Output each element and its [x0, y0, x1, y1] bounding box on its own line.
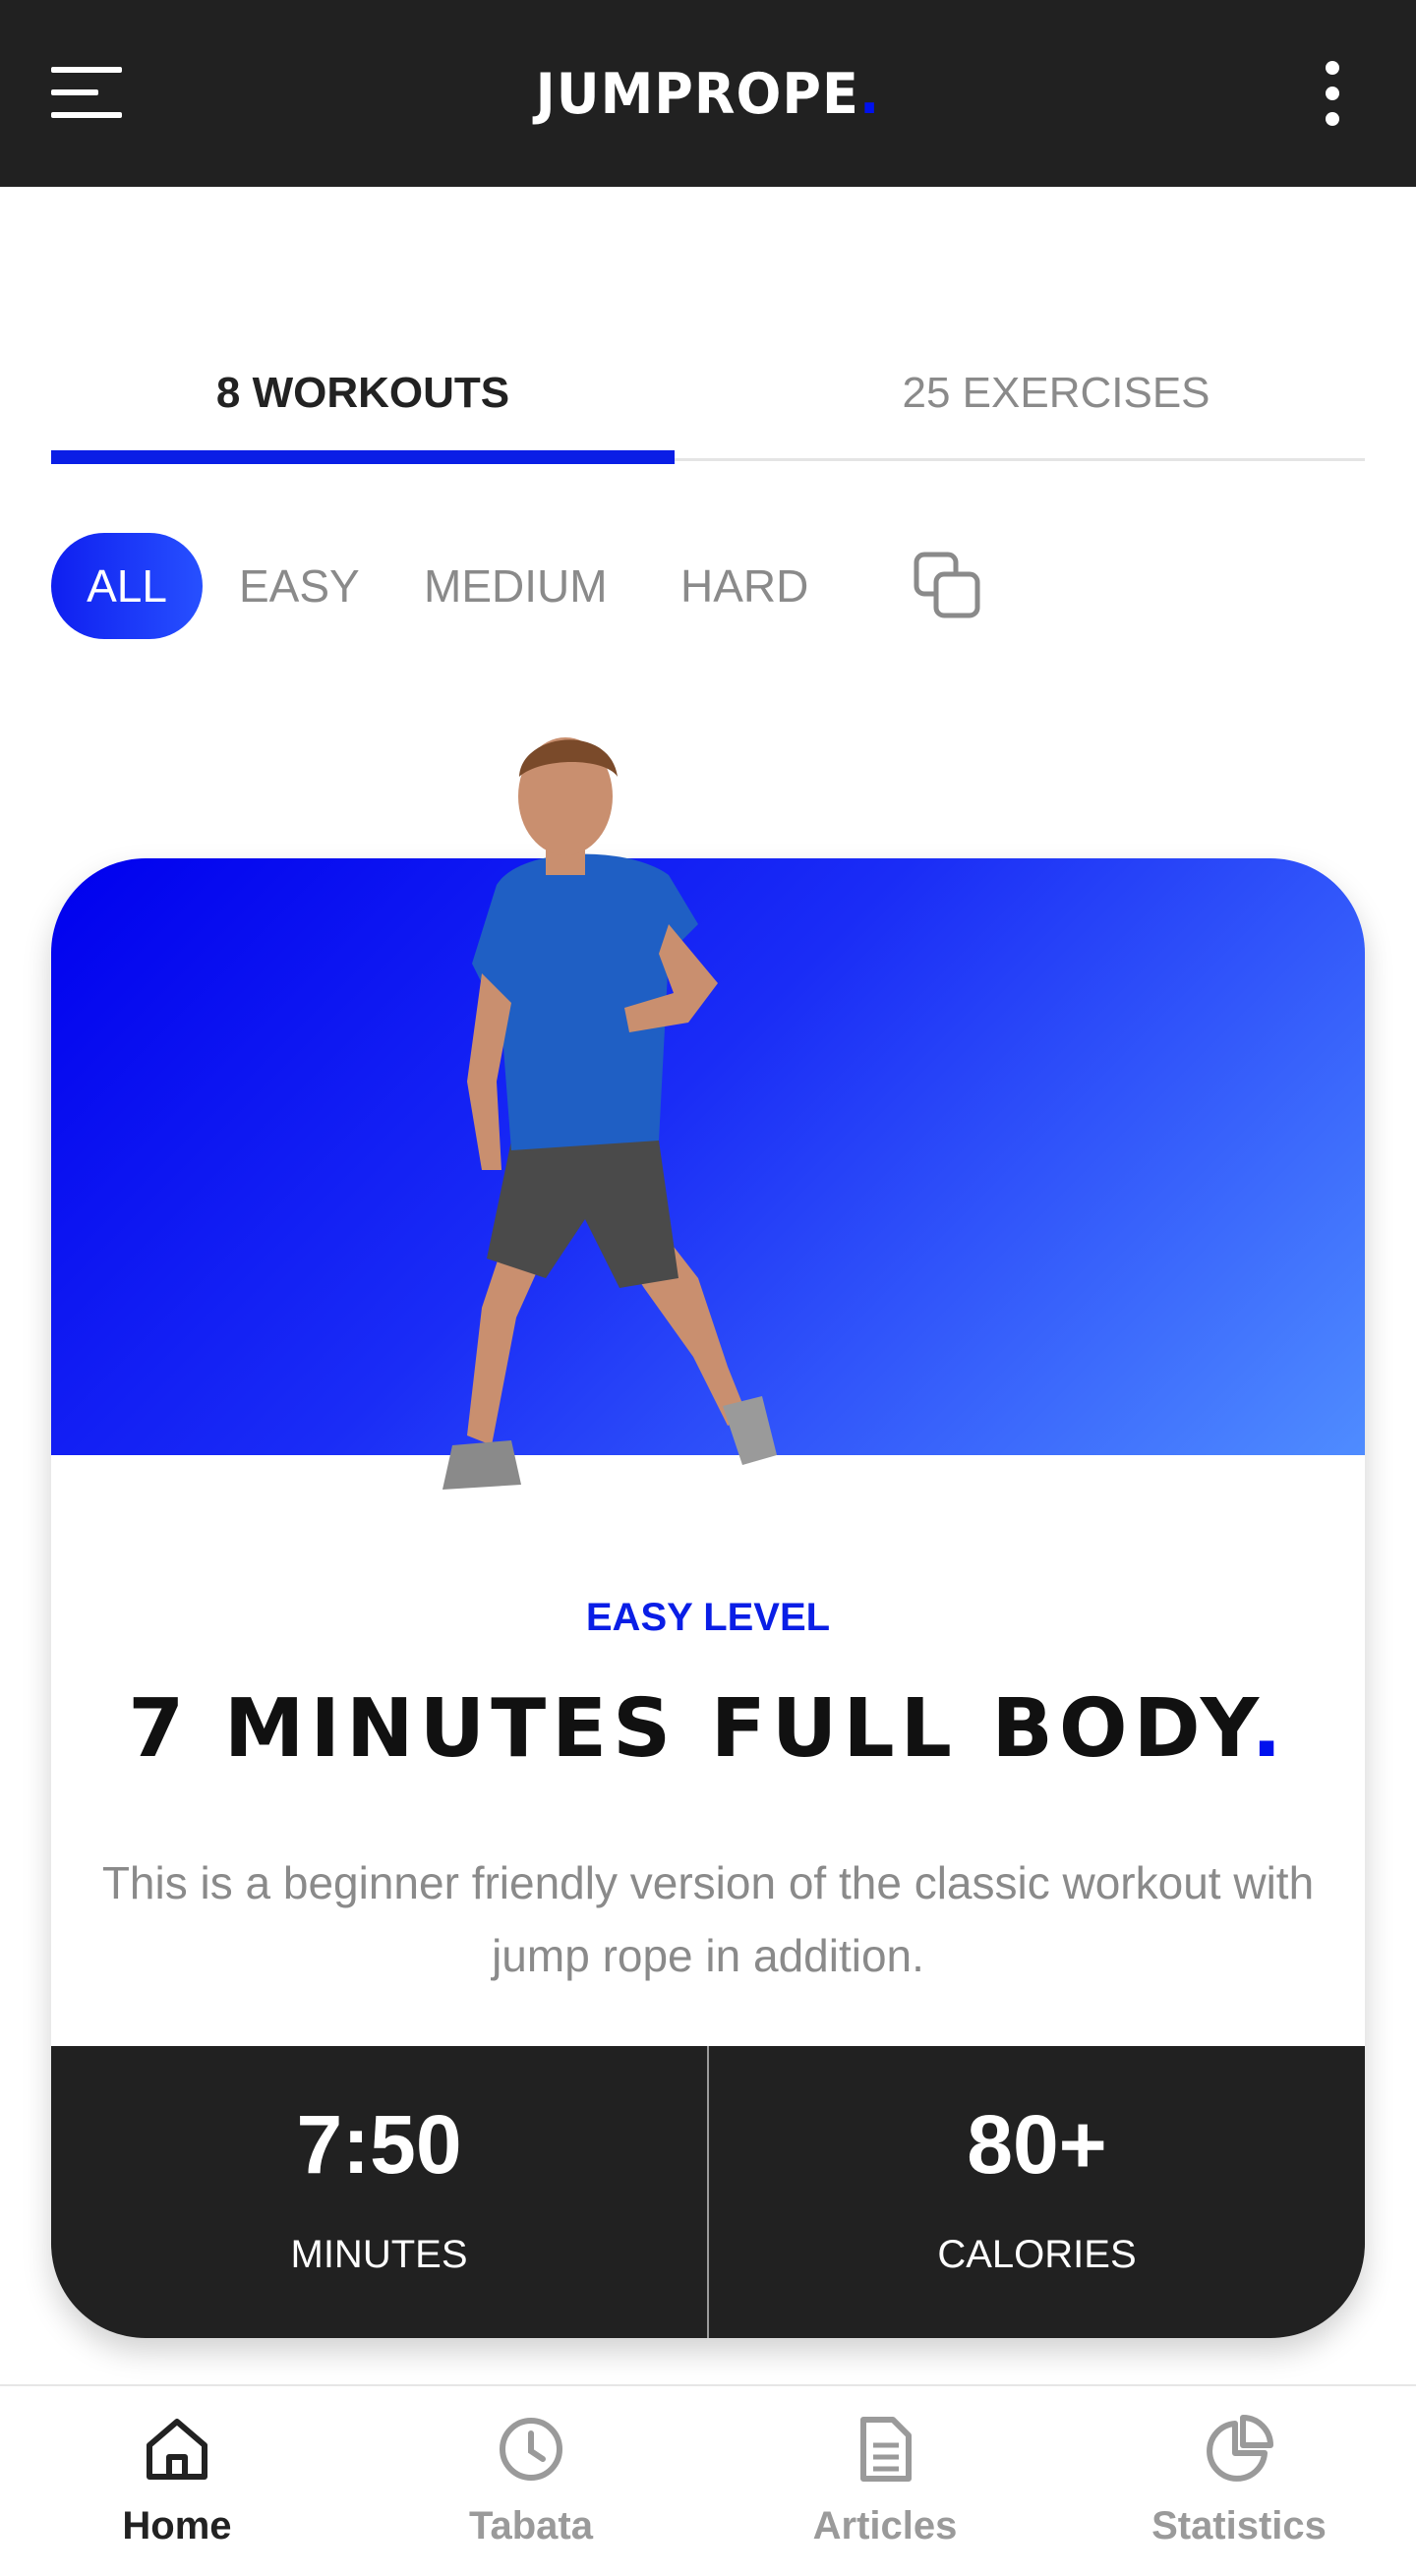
- nav-articles-label: Articles: [812, 2504, 958, 2547]
- nav-statistics-label: Statistics: [1151, 2504, 1327, 2547]
- filter-chip-easy[interactable]: EASY: [239, 533, 360, 639]
- logo-dot: .: [858, 61, 881, 127]
- nav-home-label: Home: [122, 2504, 232, 2547]
- stat-duration-value: 7:50: [296, 2098, 462, 2191]
- workout-level: EASY LEVEL: [585, 1596, 831, 1639]
- workout-description: This is a beginner friendly version of t…: [101, 1857, 1315, 1981]
- bottom-navigation: Home Tabata Articles Statistics: [0, 2384, 1416, 2576]
- home-icon: [147, 2419, 207, 2480]
- filter-chip-all[interactable]: ALL: [51, 533, 203, 639]
- stat-duration: 7:50 MINUTES: [51, 2046, 707, 2338]
- nav-tabata[interactable]: Tabata: [354, 2386, 708, 2576]
- tab-indicator: [51, 450, 675, 464]
- copy-icon[interactable]: [913, 551, 983, 621]
- workout-stats: 7:50 MINUTES 80+ CALORIES: [51, 2046, 1365, 2338]
- document-icon: [860, 2417, 912, 2482]
- app-bar: JUMPROPE.: [0, 0, 1416, 187]
- clock-icon: [500, 2418, 562, 2481]
- app-logo: JUMPROPE.: [0, 61, 1416, 126]
- stat-duration-label: MINUTES: [290, 2233, 468, 2276]
- nav-articles[interactable]: Articles: [708, 2386, 1062, 2576]
- shoe-right: [723, 1396, 777, 1465]
- workout-tabs: 8 WORKOUTS 25 EXERCISES: [51, 354, 1365, 464]
- tab-exercises[interactable]: 25 EXERCISES: [744, 354, 1368, 464]
- stat-calories: 80+ CALORIES: [709, 2046, 1365, 2338]
- stat-calories-value: 80+: [967, 2098, 1107, 2191]
- nav-home[interactable]: Home: [0, 2386, 354, 2576]
- nav-statistics[interactable]: Statistics: [1062, 2386, 1416, 2576]
- stat-calories-label: CALORIES: [937, 2233, 1137, 2276]
- workout-title: 7 MINUTES FULL BODY.: [51, 1682, 1365, 1776]
- nav-tabata-label: Tabata: [469, 2504, 593, 2547]
- runner-image: [442, 737, 777, 1490]
- filter-chip-hard[interactable]: HARD: [680, 533, 808, 639]
- pie-chart-icon: [1207, 2415, 1273, 2482]
- tab-workouts[interactable]: 8 WORKOUTS: [51, 354, 675, 464]
- more-vertical-icon[interactable]: [1318, 59, 1347, 128]
- workout-title-dot: .: [1251, 1682, 1288, 1776]
- filter-chip-medium[interactable]: MEDIUM: [424, 533, 608, 639]
- logo-text: JUMPROPE: [535, 61, 859, 127]
- level-filters: ALL EASY MEDIUM HARD: [51, 533, 1365, 639]
- shoe-left: [442, 1440, 521, 1490]
- workout-title-text: 7 MINUTES FULL BODY: [128, 1682, 1252, 1776]
